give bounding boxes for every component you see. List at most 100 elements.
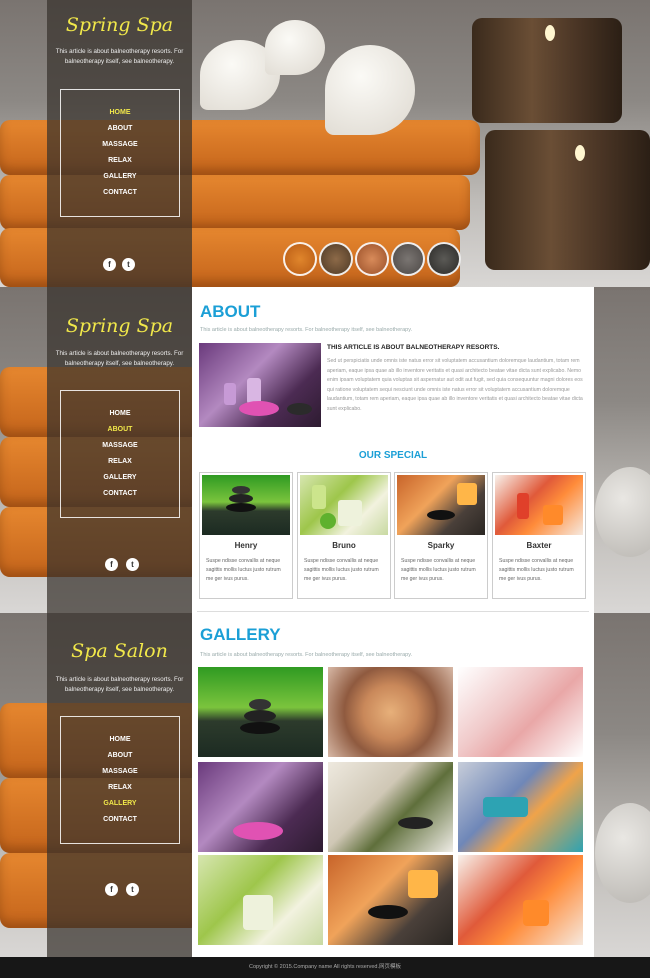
stone-image — [244, 710, 276, 722]
slider-thumb-1[interactable] — [283, 242, 317, 276]
nav-gallery[interactable]: GALLERY — [61, 173, 179, 180]
gallery-image-pebbles[interactable] — [328, 762, 453, 852]
slider-thumb-5[interactable] — [427, 242, 461, 276]
about-heading: ABOUT — [200, 302, 261, 321]
special-card[interactable]: Baxter Suspe ndisse convallis at neque s… — [492, 472, 586, 599]
facebook-icon[interactable]: f — [103, 258, 116, 271]
slider-thumb-4[interactable] — [391, 242, 425, 276]
nav-contact[interactable]: CONTACT — [61, 189, 179, 196]
article-title: THIS ARTICLE IS ABOUT BALNEOTHERAPY RESO… — [327, 344, 500, 351]
special-name: Bruno — [332, 541, 356, 550]
tagline: This article is about balneotherapy reso… — [55, 350, 184, 367]
bowl-image — [239, 401, 279, 416]
nav-massage[interactable]: MASSAGE — [61, 442, 179, 449]
gallery-heading: GALLERY — [200, 625, 281, 644]
nav-contact[interactable]: CONTACT — [61, 816, 179, 823]
candles-image — [300, 475, 388, 535]
special-card[interactable]: Henry Suspe ndisse convallis at neque sa… — [199, 472, 293, 599]
nav-relax[interactable]: RELAX — [61, 784, 179, 791]
tagline: This article is about balneotherapy reso… — [55, 676, 184, 693]
gallery-image-massage-stones[interactable] — [328, 855, 453, 945]
about-side-panel: Spring Spa This article is about balneot… — [47, 287, 192, 613]
candle-image — [338, 500, 362, 526]
special-heading: OUR SPECIAL — [358, 450, 428, 461]
stone-image — [249, 699, 271, 710]
gallery-side-panel: Spa Salon This article is about balneoth… — [47, 613, 192, 957]
candle-image — [543, 505, 563, 525]
twitter-icon[interactable]: t — [126, 883, 139, 896]
about-image — [199, 343, 321, 427]
tagline: This article is about balneotherapy reso… — [55, 48, 184, 65]
bowl-image — [233, 822, 283, 840]
main-nav: HOME ABOUT MASSAGE RELAX GALLERY CONTACT — [60, 89, 180, 217]
nav-gallery[interactable]: GALLERY — [61, 474, 179, 481]
special-desc: Suspe ndisse convallis at neque sagittis… — [206, 558, 281, 582]
nav-gallery[interactable]: GALLERY — [61, 800, 179, 807]
nav-relax[interactable]: RELAX — [61, 157, 179, 164]
candle-image — [457, 483, 477, 505]
facebook-icon[interactable]: f — [105, 883, 118, 896]
nav-home[interactable]: HOME — [61, 736, 179, 743]
hero-section: Spring Spa This article is about balneot… — [0, 0, 650, 287]
main-nav: HOME ABOUT MASSAGE RELAX GALLERY CONTACT — [60, 716, 180, 844]
special-desc: Suspe ndisse convallis at neque sagittis… — [499, 558, 574, 582]
special-desc: Suspe ndisse convallis at neque sagittis… — [401, 558, 476, 582]
hero-side-panel: Spring Spa This article is about balneot… — [47, 0, 192, 287]
nav-home[interactable]: HOME — [61, 410, 179, 417]
nav-relax[interactable]: RELAX — [61, 458, 179, 465]
slider-thumb-2[interactable] — [319, 242, 353, 276]
nav-contact[interactable]: CONTACT — [61, 490, 179, 497]
gallery-image-aroma[interactable] — [458, 855, 583, 945]
candle-image — [312, 485, 326, 509]
soap-image — [483, 797, 528, 817]
nav-about[interactable]: ABOUT — [61, 426, 179, 433]
stone-image — [287, 403, 312, 415]
aroma-image — [495, 475, 583, 535]
nav-about[interactable]: ABOUT — [61, 125, 179, 132]
candle-image — [408, 870, 438, 898]
special-desc: Suspe ndisse convallis at neque sagittis… — [304, 558, 379, 582]
stone-image — [240, 722, 280, 734]
gallery-image-candles[interactable] — [198, 855, 323, 945]
massage-stones-image — [397, 475, 485, 535]
special-card[interactable]: Bruno Suspe ndisse convallis at neque sa… — [297, 472, 391, 599]
special-card[interactable]: Sparky Suspe ndisse convallis at neque s… — [394, 472, 488, 599]
nav-about[interactable]: ABOUT — [61, 752, 179, 759]
article-body: Sed ut perspiciatis unde omnis iste natu… — [327, 358, 583, 412]
site-logo[interactable]: Spa Salon — [47, 640, 192, 662]
nav-massage[interactable]: MASSAGE — [61, 768, 179, 775]
gallery-subtitle: This article is about balneotherapy reso… — [200, 652, 413, 658]
site-logo[interactable]: Spring Spa — [47, 14, 192, 36]
stone-image — [427, 510, 455, 520]
special-name: Baxter — [526, 541, 552, 550]
about-subtitle: This article is about balneotherapy reso… — [200, 327, 413, 333]
main-nav: HOME ABOUT MASSAGE RELAX GALLERY CONTACT — [60, 390, 180, 518]
gallery-image-stones[interactable] — [198, 667, 323, 757]
site-logo[interactable]: Spring Spa — [47, 315, 192, 337]
gallery-section: Spa Salon This article is about balneoth… — [0, 613, 650, 957]
section-divider — [197, 611, 589, 612]
stone-image — [226, 503, 256, 512]
twitter-icon[interactable]: t — [122, 258, 135, 271]
gallery-image-soap[interactable] — [458, 762, 583, 852]
gallery-image-oils[interactable] — [198, 762, 323, 852]
facebook-icon[interactable]: f — [105, 558, 118, 571]
candle-image — [523, 900, 549, 926]
bottle-image — [517, 493, 529, 519]
candle-image — [224, 383, 236, 405]
special-name: Sparky — [427, 541, 455, 550]
candle-image — [243, 895, 273, 930]
gallery-image-petals[interactable] — [458, 667, 583, 757]
nav-massage[interactable]: MASSAGE — [61, 141, 179, 148]
footer: Copyright © 2015.Company name All rights… — [0, 957, 650, 978]
twitter-icon[interactable]: t — [126, 558, 139, 571]
gallery-image-footbath[interactable] — [328, 667, 453, 757]
slider-thumb-3[interactable] — [355, 242, 389, 276]
orchid-image — [325, 45, 415, 135]
orchid-image — [265, 20, 325, 75]
nav-home[interactable]: HOME — [61, 109, 179, 116]
stones-image — [202, 475, 290, 535]
candle-image — [485, 130, 650, 270]
stone-image — [232, 486, 250, 494]
gallery-content: GALLERY This article is about balneother… — [192, 613, 594, 957]
